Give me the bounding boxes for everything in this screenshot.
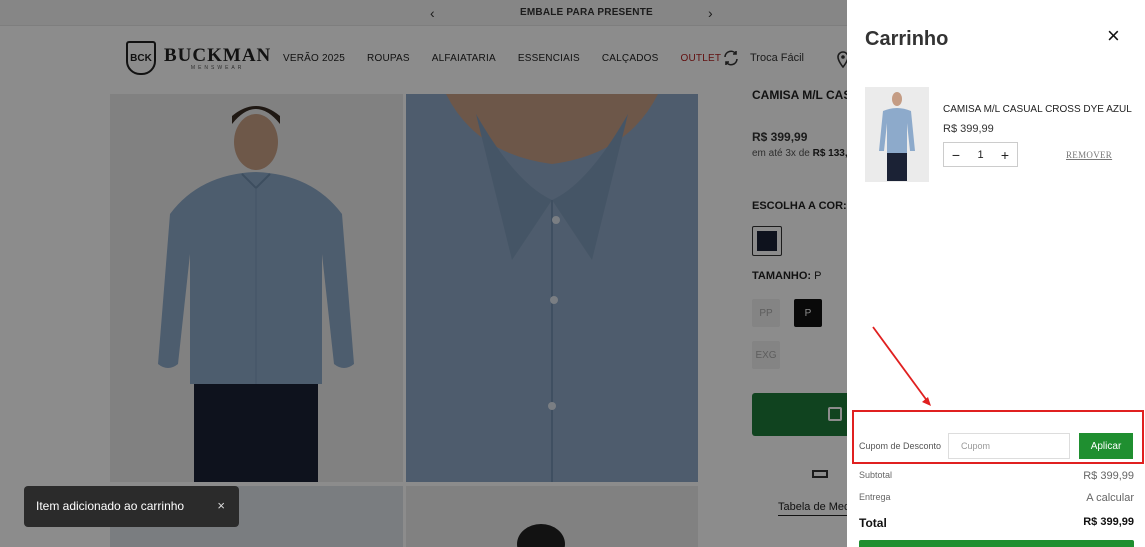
- coupon-label: Cupom de Desconto: [859, 441, 942, 451]
- toast-message: Item adicionado ao carrinho: [36, 499, 185, 513]
- total-label: Total: [859, 516, 887, 530]
- subtotal-row: Subtotal R$ 399,99: [859, 470, 1134, 482]
- increase-quantity-button[interactable]: +: [993, 147, 1017, 163]
- cart-item-thumbnail[interactable]: [865, 87, 929, 182]
- remove-item-link[interactable]: REMOVER: [1066, 150, 1112, 160]
- cart-item-price: R$ 399,99: [943, 123, 994, 135]
- toast-notification: Item adicionado ao carrinho ×: [24, 486, 239, 527]
- checkout-button[interactable]: [859, 540, 1134, 547]
- total-value: R$ 399,99: [1083, 516, 1134, 528]
- shipping-label: Entrega: [859, 492, 891, 502]
- cart-drawer: Carrinho × CAMISA M/L CASUAL CROSS DYE A…: [847, 0, 1145, 547]
- shipping-row: Entrega A calcular: [859, 492, 1134, 504]
- modal-overlay[interactable]: [0, 0, 847, 547]
- coupon-input[interactable]: [948, 433, 1070, 459]
- quantity-stepper: − 1 +: [943, 142, 1018, 167]
- apply-coupon-button[interactable]: Aplicar: [1079, 433, 1133, 459]
- shipping-value: A calcular: [1086, 492, 1134, 504]
- quantity-value: 1: [977, 148, 984, 161]
- subtotal-value: R$ 399,99: [1083, 470, 1134, 482]
- cart-item-name[interactable]: CAMISA M/L CASUAL CROSS DYE AZUL: [943, 104, 1132, 115]
- decrease-quantity-button[interactable]: −: [944, 147, 968, 163]
- toast-close-icon[interactable]: ×: [217, 498, 225, 513]
- cart-close-icon[interactable]: ×: [1107, 25, 1120, 47]
- subtotal-label: Subtotal: [859, 470, 893, 480]
- total-row: Total R$ 399,99: [859, 516, 1134, 530]
- cart-title: Carrinho: [865, 28, 949, 50]
